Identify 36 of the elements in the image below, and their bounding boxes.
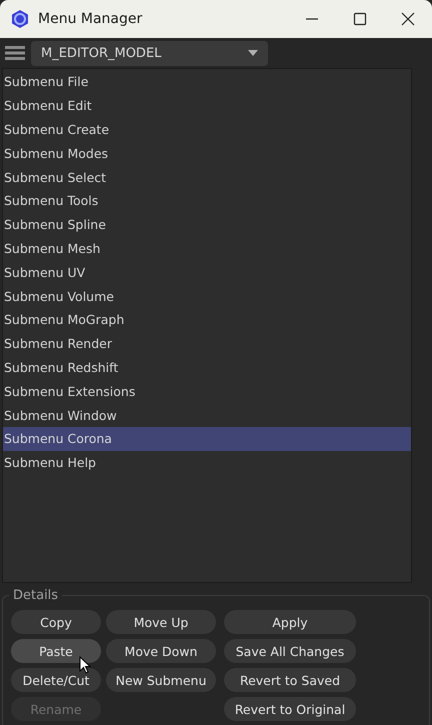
submenu-item[interactable]: Submenu Redshift	[3, 356, 411, 380]
submenu-item[interactable]: Submenu Volume	[3, 284, 411, 308]
submenu-item[interactable]: Submenu Edit	[3, 94, 411, 118]
action-button[interactable]: Delete/Cut	[11, 668, 101, 692]
submenu-item[interactable]: Submenu Window	[3, 403, 411, 427]
minimize-icon	[305, 18, 319, 20]
submenu-item[interactable]: Submenu UV	[3, 260, 411, 284]
submenu-item[interactable]: Submenu Tools	[3, 188, 411, 213]
app-logo-icon	[10, 9, 30, 29]
action-button[interactable]: Copy	[11, 610, 101, 634]
submenu-item[interactable]: Submenu Spline	[3, 212, 411, 237]
action-button[interactable]: Move Down	[106, 639, 216, 663]
close-icon	[401, 12, 415, 26]
submenu-item[interactable]: Submenu Create	[3, 118, 411, 142]
submenu-item[interactable]: Submenu MoGraph	[3, 308, 411, 332]
maximize-icon	[353, 12, 367, 26]
action-button[interactable]: Paste	[11, 639, 101, 663]
action-button[interactable]: Revert to Saved	[224, 668, 356, 692]
action-button[interactable]: Revert to Original	[224, 697, 356, 721]
submenu-item[interactable]: Submenu File	[3, 70, 411, 94]
submenu-item[interactable]: Submenu Mesh	[3, 236, 411, 260]
cursor-icon	[79, 656, 91, 674]
submenu-item[interactable]: Submenu Modes	[3, 141, 411, 166]
menu-icon[interactable]	[5, 45, 25, 61]
submenu-item[interactable]: Submenu Extensions	[3, 379, 411, 404]
action-button[interactable]: New Submenu	[106, 668, 216, 692]
submenu-item[interactable]: Submenu Render	[3, 332, 411, 356]
menu-dropdown[interactable]: M_EDITOR_MODEL	[31, 40, 268, 66]
action-button[interactable]: Move Up	[106, 610, 216, 634]
submenu-item[interactable]: Submenu Corona	[3, 426, 411, 451]
action-button[interactable]: Apply	[224, 610, 356, 634]
action-button[interactable]: Save All Changes	[224, 639, 356, 663]
window-title: Menu Manager	[38, 11, 144, 27]
submenu-item[interactable]: Submenu Select	[3, 165, 411, 189]
submenu-item[interactable]: Submenu Help	[3, 450, 411, 475]
caret-icon	[248, 50, 258, 56]
